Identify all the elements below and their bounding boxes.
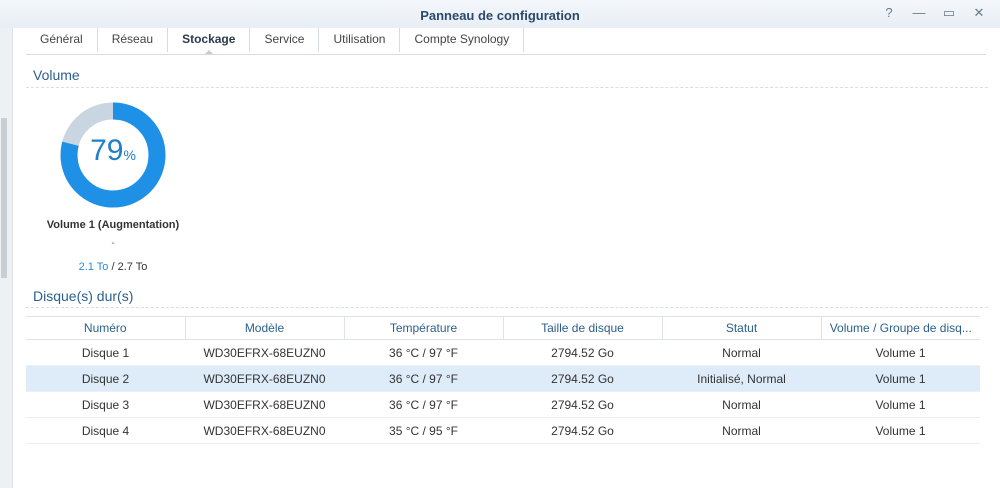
cell-statut: Initialisé, Normal <box>662 365 821 392</box>
cell-numero: Disque 2 <box>26 365 185 392</box>
maximize-icon[interactable]: ▭ <box>942 6 956 20</box>
scrollbar-thumb[interactable] <box>1 118 7 278</box>
cell-volume: Volume 1 <box>821 391 980 418</box>
cell-numero: Disque 3 <box>26 391 185 418</box>
cell-volume: Volume 1 <box>821 417 980 444</box>
table-row[interactable]: Disque 3 WD30EFRX-68EUZN0 36 °C / 97 °F … <box>26 391 980 418</box>
cell-volume: Volume 1 <box>821 339 980 366</box>
column-header-taille[interactable]: Taille de disque <box>503 316 663 340</box>
percent-value: 79 <box>90 134 124 167</box>
tab-reseau[interactable]: Réseau <box>98 28 169 52</box>
table-row[interactable]: Disque 1 WD30EFRX-68EUZN0 36 °C / 97 °F … <box>26 339 980 366</box>
cell-modele: WD30EFRX-68EUZN0 <box>185 417 344 444</box>
tab-general[interactable]: Général <box>26 28 98 52</box>
cell-volume: Volume 1 <box>821 365 980 392</box>
tab-divider <box>26 54 986 55</box>
cell-numero: Disque 1 <box>26 339 185 366</box>
cell-numero: Disque 4 <box>26 417 185 444</box>
panel-border <box>12 28 13 488</box>
tab-compte-synology[interactable]: Compte Synology <box>400 28 525 52</box>
cell-modele: WD30EFRX-68EUZN0 <box>185 365 344 392</box>
window-controls: ? — ▭ ✕ <box>882 6 986 20</box>
table-row[interactable]: Disque 4 WD30EFRX-68EUZN0 35 °C / 95 °F … <box>26 417 980 444</box>
size-separator: / <box>108 261 118 273</box>
cell-taille: 2794.52 Go <box>503 339 662 366</box>
section-divider <box>26 87 988 88</box>
window-title: Panneau de configuration <box>420 8 580 23</box>
volume-used: 2.1 To <box>78 261 109 273</box>
cell-taille: 2794.52 Go <box>503 365 662 392</box>
tab-stockage[interactable]: Stockage <box>168 28 251 55</box>
percent-symbol: % <box>123 147 136 163</box>
volume-sub: - <box>111 238 115 249</box>
tab-service[interactable]: Service <box>250 28 320 52</box>
cell-modele: WD30EFRX-68EUZN0 <box>185 339 344 366</box>
column-header-statut[interactable]: Statut <box>662 316 822 340</box>
cell-statut: Normal <box>662 417 821 444</box>
volume-size: 2.1 To / 2.7 To <box>26 261 200 273</box>
disks-table: Numéro Modèle Température Taille de disq… <box>26 316 980 444</box>
help-icon[interactable]: ? <box>882 6 896 20</box>
volume-name: Volume 1 (Augmentation) <box>46 219 180 231</box>
minimize-icon[interactable]: — <box>912 6 926 20</box>
close-icon[interactable]: ✕ <box>972 6 986 20</box>
cell-taille: 2794.52 Go <box>503 417 662 444</box>
cell-statut: Normal <box>662 339 821 366</box>
cell-temperature: 36 °C / 97 °F <box>344 391 503 418</box>
column-header-modele[interactable]: Modèle <box>185 316 345 340</box>
title-bar: Panneau de configuration ? — ▭ ✕ <box>0 0 1000 28</box>
volume-usage-percent: 79% <box>60 134 166 168</box>
cell-taille: 2794.52 Go <box>503 391 662 418</box>
table-row[interactable]: Disque 2 WD30EFRX-68EUZN0 36 °C / 97 °F … <box>26 365 980 392</box>
cell-temperature: 36 °C / 97 °F <box>344 365 503 392</box>
table-header: Numéro Modèle Température Taille de disq… <box>26 316 980 340</box>
column-header-volume[interactable]: Volume / Groupe de disq... <box>821 316 980 340</box>
cell-temperature: 35 °C / 95 °F <box>344 417 503 444</box>
volume-section-title: Volume <box>33 67 80 83</box>
cell-modele: WD30EFRX-68EUZN0 <box>185 391 344 418</box>
cell-statut: Normal <box>662 391 821 418</box>
left-scrollbar[interactable] <box>0 0 12 488</box>
section-divider <box>26 307 988 308</box>
tab-bar: Général Réseau Stockage Service Utilisat… <box>26 28 525 55</box>
cell-temperature: 36 °C / 97 °F <box>344 339 503 366</box>
volume-total: 2.7 To <box>117 261 148 273</box>
column-header-temperature[interactable]: Température <box>344 316 504 340</box>
column-header-numero[interactable]: Numéro <box>26 316 186 340</box>
disks-section-title: Disque(s) dur(s) <box>33 288 134 304</box>
tab-utilisation[interactable]: Utilisation <box>319 28 401 52</box>
